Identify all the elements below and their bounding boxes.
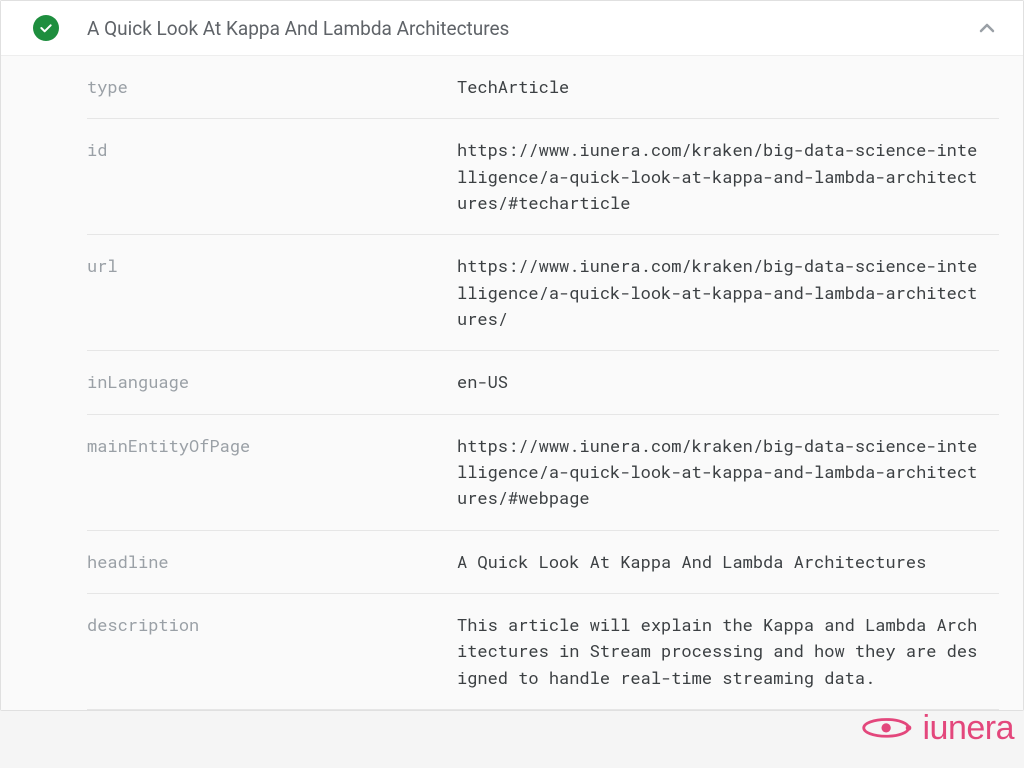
row-key: description xyxy=(87,612,457,691)
row-value: https://www.iunera.com/kraken/big-data-s… xyxy=(457,253,999,332)
row-value: This article will explain the Kappa and … xyxy=(457,612,999,691)
row-key: type xyxy=(87,74,457,100)
row-key: inLanguage xyxy=(87,369,457,395)
table-row: url https://www.iunera.com/kraken/big-da… xyxy=(87,235,999,351)
row-value: A Quick Look At Kappa And Lambda Archite… xyxy=(457,549,999,575)
table-row: mainEntityOfPage https://www.iunera.com/… xyxy=(87,415,999,531)
iunera-logo-icon xyxy=(860,706,916,750)
structured-data-panel: A Quick Look At Kappa And Lambda Archite… xyxy=(0,0,1024,711)
row-value: TechArticle xyxy=(457,74,999,100)
check-circle-icon xyxy=(33,15,59,41)
row-key: headline xyxy=(87,549,457,575)
watermark: iunera xyxy=(860,706,1014,750)
table-row: type TechArticle xyxy=(87,56,999,119)
chevron-up-icon[interactable] xyxy=(975,16,999,40)
panel-header[interactable]: A Quick Look At Kappa And Lambda Archite… xyxy=(1,1,1023,56)
row-key: id xyxy=(87,137,457,216)
row-value: https://www.iunera.com/kraken/big-data-s… xyxy=(457,433,999,512)
table-row: description This article will explain th… xyxy=(87,594,999,710)
row-key: url xyxy=(87,253,457,332)
table-row: id https://www.iunera.com/kraken/big-dat… xyxy=(87,119,999,235)
row-value: https://www.iunera.com/kraken/big-data-s… xyxy=(457,137,999,216)
panel-title: A Quick Look At Kappa And Lambda Archite… xyxy=(87,17,975,40)
row-value: en-US xyxy=(457,369,999,395)
row-key: mainEntityOfPage xyxy=(87,433,457,512)
watermark-text: iunera xyxy=(922,709,1014,748)
table-row: headline A Quick Look At Kappa And Lambd… xyxy=(87,531,999,594)
details-table: type TechArticle id https://www.iunera.c… xyxy=(1,56,1023,710)
table-row: inLanguage en-US xyxy=(87,351,999,414)
